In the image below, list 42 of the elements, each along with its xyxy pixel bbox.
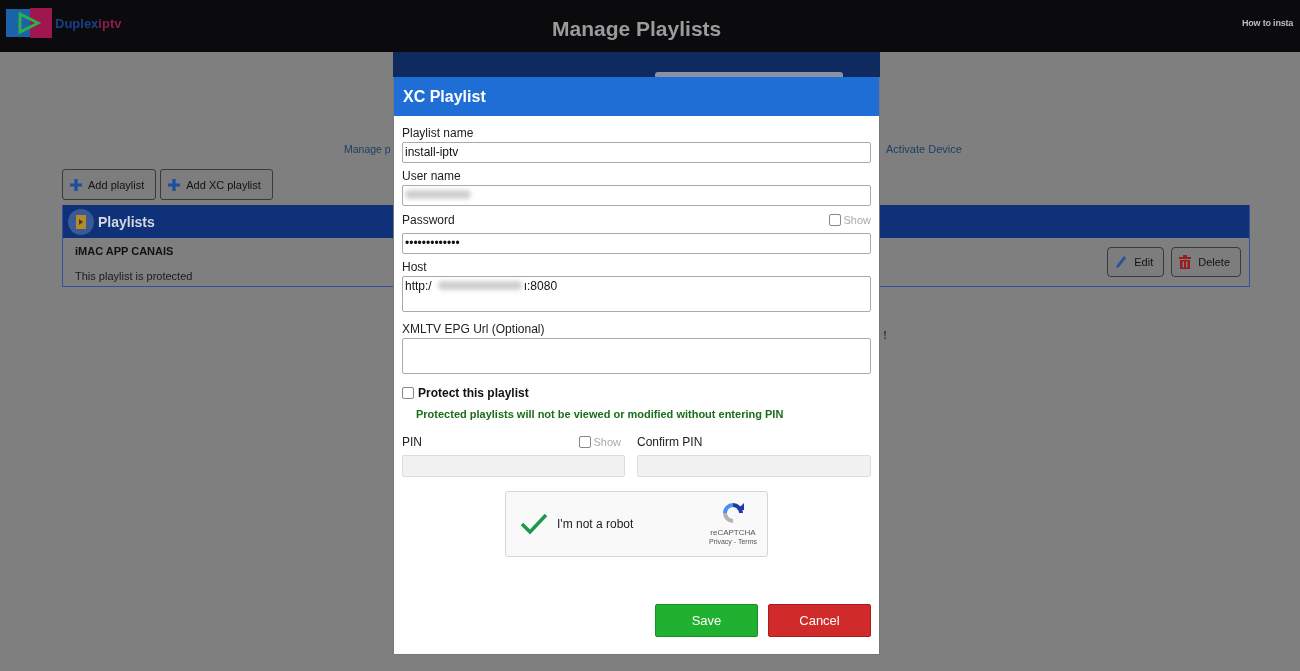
input-field[interactable]: ••••••••••••• bbox=[402, 233, 871, 254]
field-label: PIN bbox=[402, 435, 422, 449]
edit-button[interactable]: Edit bbox=[1107, 247, 1165, 277]
playlist-name: iMAC APP CANAIS bbox=[75, 244, 175, 257]
input-field[interactable] bbox=[402, 338, 871, 374]
captcha-label: I'm not a robot bbox=[557, 517, 634, 531]
input-field[interactable]: http:/ ı:8080 bbox=[402, 276, 871, 312]
protect-note: Protected playlists will not be viewed or modified without entering PIN bbox=[415, 408, 785, 422]
cancel-button[interactable]: Cancel bbox=[768, 604, 871, 637]
show-label: Show bbox=[843, 213, 871, 226]
pencil-icon bbox=[1115, 255, 1128, 269]
captcha-brand: reCAPTCHA bbox=[710, 528, 756, 537]
delete-button[interactable]: Delete bbox=[1171, 247, 1241, 277]
show-checkbox[interactable] bbox=[829, 213, 842, 226]
trash-icon bbox=[1179, 255, 1192, 269]
panel-title: Playlists bbox=[98, 213, 155, 230]
page-title: Manage Playlists bbox=[552, 17, 722, 41]
field-label: XMLTV EPG Url (Optional) bbox=[402, 321, 545, 336]
input-field[interactable] bbox=[402, 185, 871, 206]
film-icon bbox=[68, 208, 94, 235]
protect-checkbox[interactable] bbox=[402, 387, 414, 399]
help-link[interactable]: How to insta bbox=[1242, 18, 1294, 28]
show-label: Show bbox=[593, 436, 621, 448]
save-button[interactable]: Save bbox=[655, 604, 758, 637]
dialog-title: XC Playlist bbox=[403, 87, 486, 106]
add-button[interactable]: Add playlist bbox=[62, 169, 157, 200]
plus-icon bbox=[167, 177, 182, 192]
brand-name: Duplexiptv bbox=[55, 15, 122, 31]
play-logo-icon bbox=[6, 8, 52, 38]
playlist-note: This playlist is protected bbox=[75, 269, 193, 282]
field-label: Confirm PIN bbox=[637, 435, 703, 449]
field-label: Host bbox=[402, 259, 427, 274]
field-label: Playlist name bbox=[402, 125, 474, 140]
field-label: Password bbox=[402, 212, 455, 227]
checkbox-label: Protect this playlist bbox=[418, 386, 529, 400]
message-text: ! bbox=[883, 328, 887, 343]
input-field[interactable]: install-iptv bbox=[402, 142, 871, 163]
add-button[interactable]: Add XC playlist bbox=[160, 169, 273, 200]
checkmark-icon[interactable] bbox=[520, 513, 548, 535]
nav-link[interactable]: Activate Device bbox=[886, 143, 962, 183]
field-label: User name bbox=[402, 168, 461, 183]
plus-icon bbox=[69, 177, 83, 192]
